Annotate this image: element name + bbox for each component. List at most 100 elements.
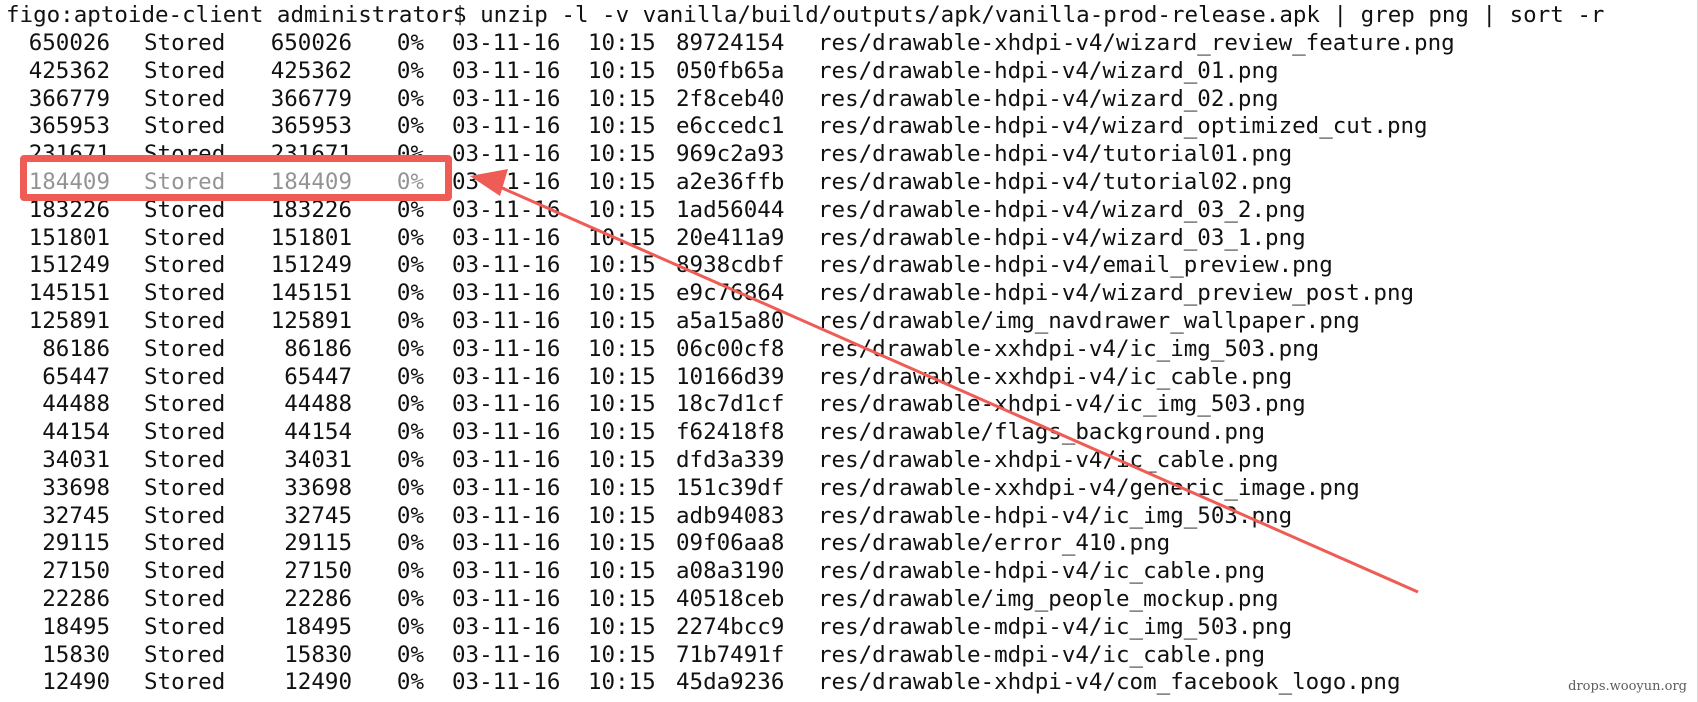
table-row: 12490 Stored 12490 0% 03-11-16 10:15 45da9236 r… xyxy=(0,669,1698,697)
entry-time: 10:15 xyxy=(588,558,656,585)
entry-compression: 0% xyxy=(396,530,424,557)
entry-compression: 0% xyxy=(396,502,424,529)
entry-date: 03-11-16 xyxy=(452,474,561,501)
entry-length: 125891 xyxy=(28,307,110,334)
entry-compression: 0% xyxy=(396,307,424,334)
entry-size: 151249 xyxy=(270,252,352,279)
entry-compression: 0% xyxy=(396,446,424,473)
entry-time: 10:15 xyxy=(588,113,656,140)
entry-compression: 0% xyxy=(396,30,424,56)
entry-size: 34031 xyxy=(284,446,352,473)
entry-date: 03-11-16 xyxy=(452,196,561,223)
entry-date: 03-11-16 xyxy=(452,363,561,390)
entry-method: Stored xyxy=(144,224,226,251)
entry-method: Stored xyxy=(144,502,226,529)
entry-date: 03-11-16 xyxy=(452,57,561,84)
entry-size: 44488 xyxy=(284,391,352,418)
entry-compression: 0% xyxy=(396,391,424,418)
table-row: 22286 Stored 22286 0% 03-11-16 10:15 40518ceb r… xyxy=(0,586,1698,614)
entry-name: res/drawable-xhdpi-v4/com_facebook_logo.… xyxy=(818,669,1401,696)
table-row: 86186 Stored 86186 0% 03-11-16 10:15 06c00cf8 r… xyxy=(0,336,1698,364)
entry-method: Stored xyxy=(144,419,226,446)
command-line: figo:aptoide-client administrator$ unzip… xyxy=(6,2,1605,28)
entry-date: 03-11-16 xyxy=(452,585,561,612)
entry-size: 15830 xyxy=(284,641,352,668)
entry-method: Stored xyxy=(144,474,226,501)
table-row: 365953 Stored 365953 0% 03-11-16 10:15 e6ccedc… xyxy=(0,113,1698,141)
entry-time: 10:15 xyxy=(588,585,656,612)
entry-name: res/drawable-hdpi-v4/wizard_01.png xyxy=(818,57,1279,84)
entry-method: Stored xyxy=(144,669,226,696)
entry-method: Stored xyxy=(144,307,226,334)
entry-method: Stored xyxy=(144,30,226,56)
entry-date: 03-11-16 xyxy=(452,168,561,195)
entry-date: 03-11-16 xyxy=(452,391,561,418)
entry-date: 03-11-16 xyxy=(452,446,561,473)
entry-name: res/drawable/flags_background.png xyxy=(818,419,1266,446)
entry-date: 03-11-16 xyxy=(452,307,561,334)
entry-crc: 050fb65a xyxy=(676,57,785,84)
entry-name: res/drawable/img_navdrawer_wallpaper.png xyxy=(818,307,1360,334)
entry-crc: 2f8ceb40 xyxy=(676,85,785,112)
table-row: 27150 Stored 27150 0% 03-11-16 10:15 a08a3190 r… xyxy=(0,558,1698,586)
table-row: 32745 Stored 32745 0% 03-11-16 10:15 adb94083 r… xyxy=(0,503,1698,531)
entry-length: 34031 xyxy=(42,446,110,473)
entry-name: res/drawable-hdpi-v4/tutorial01.png xyxy=(818,141,1293,168)
entry-name: res/drawable-mdpi-v4/ic_cable.png xyxy=(818,641,1266,668)
entry-crc: 18c7d1cf xyxy=(676,391,785,418)
entry-size: 145151 xyxy=(270,280,352,307)
entry-name: res/drawable-xxhdpi-v4/ic_img_503.png xyxy=(818,335,1320,362)
table-row: 44488 Stored 44488 0% 03-11-16 10:15 18c7d1cf r… xyxy=(0,391,1698,419)
terminal-window[interactable]: figo:aptoide-client administrator$ unzip… xyxy=(0,0,1698,702)
entry-time: 10:15 xyxy=(588,85,656,112)
entry-crc: a2e36ffb xyxy=(676,168,785,195)
entry-length: 151249 xyxy=(28,252,110,279)
entry-size: 32745 xyxy=(284,502,352,529)
watermark-text: drops.wooyun.org xyxy=(1568,679,1687,694)
entry-name: res/drawable/img_people_mockup.png xyxy=(818,585,1279,612)
entry-date: 03-11-16 xyxy=(452,530,561,557)
entry-name: res/drawable-xhdpi-v4/ic_cable.png xyxy=(818,446,1279,473)
entry-size: 86186 xyxy=(284,335,352,362)
entry-time: 10:15 xyxy=(588,307,656,334)
entry-size: 29115 xyxy=(284,530,352,557)
entry-size: 27150 xyxy=(284,558,352,585)
entry-crc: e6ccedc1 xyxy=(676,113,785,140)
entry-length: 12490 xyxy=(42,669,110,696)
entry-compression: 0% xyxy=(396,113,424,140)
entry-size: 425362 xyxy=(270,57,352,84)
entry-method: Stored xyxy=(144,613,226,640)
entry-date: 03-11-16 xyxy=(452,113,561,140)
entry-crc: 1ad56044 xyxy=(676,196,785,223)
entry-name: res/drawable-hdpi-v4/wizard_02.png xyxy=(818,85,1279,112)
entry-crc: 10166d39 xyxy=(676,363,785,390)
entry-size: 125891 xyxy=(270,307,352,334)
entry-length: 65447 xyxy=(42,363,110,390)
entry-size: 151801 xyxy=(270,224,352,251)
entry-time: 10:15 xyxy=(588,641,656,668)
entry-crc: 40518ceb xyxy=(676,585,785,612)
entry-length: 29115 xyxy=(42,530,110,557)
entry-name: res/drawable/error_410.png xyxy=(818,530,1171,557)
entry-time: 10:15 xyxy=(588,30,656,56)
entry-compression: 0% xyxy=(396,363,424,390)
entry-crc: 06c00cf8 xyxy=(676,335,785,362)
entry-crc: 45da9236 xyxy=(676,669,785,696)
entry-date: 03-11-16 xyxy=(452,669,561,696)
entry-compression: 0% xyxy=(396,558,424,585)
entry-compression: 0% xyxy=(396,419,424,446)
entry-length: 365953 xyxy=(28,113,110,140)
entry-crc: 71b7491f xyxy=(676,641,785,668)
entry-name: res/drawable-hdpi-v4/wizard_preview_post… xyxy=(818,280,1415,307)
entry-date: 03-11-16 xyxy=(452,419,561,446)
entry-method: Stored xyxy=(144,280,226,307)
entry-time: 10:15 xyxy=(588,363,656,390)
entry-compression: 0% xyxy=(396,613,424,640)
entry-compression: 0% xyxy=(396,280,424,307)
entry-date: 03-11-16 xyxy=(452,224,561,251)
entry-crc: 09f06aa8 xyxy=(676,530,785,557)
entry-compression: 0% xyxy=(396,641,424,668)
entry-crc: adb94083 xyxy=(676,502,785,529)
entry-date: 03-11-16 xyxy=(452,613,561,640)
entry-date: 03-11-16 xyxy=(452,641,561,668)
